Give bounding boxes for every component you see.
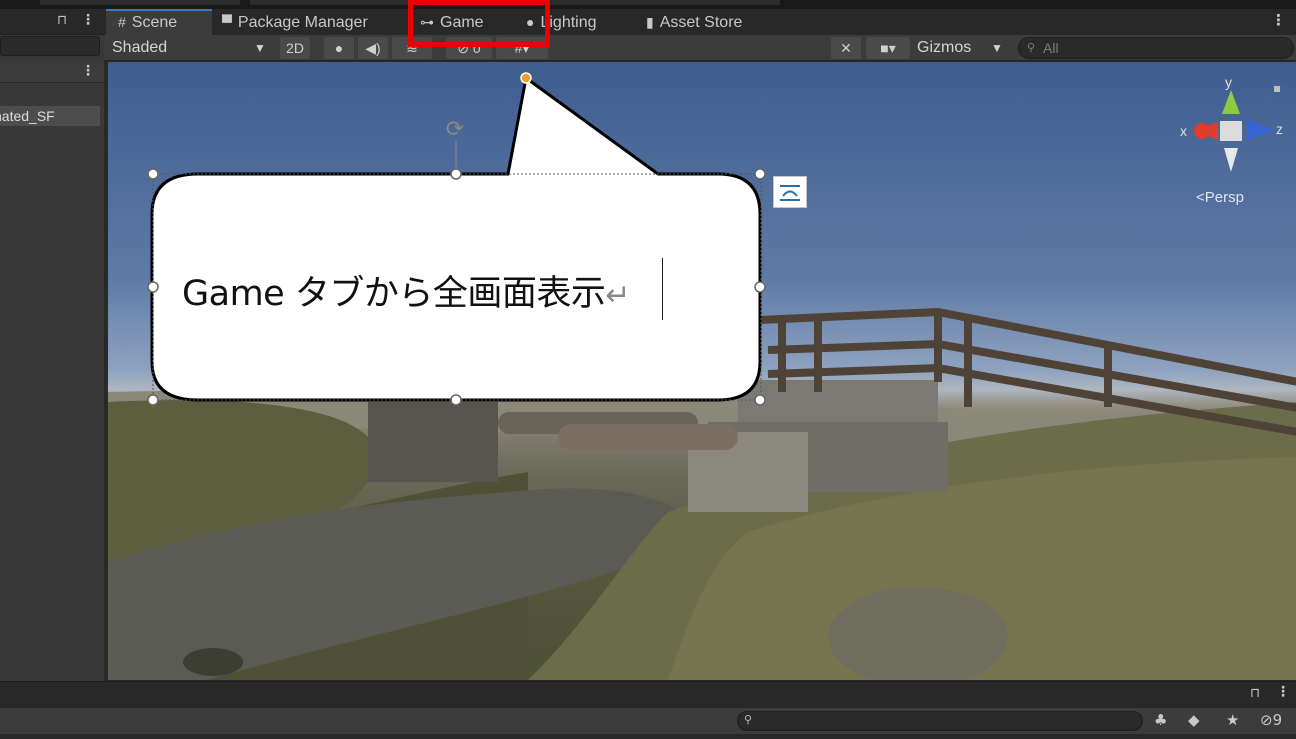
view-tab-bar: # Scene ▀ Package Manager ⊶ Game ● Lighting … bbox=[104, 9, 1296, 35]
neg-y-axis-cone[interactable] bbox=[1224, 148, 1238, 172]
lock-icon[interactable]: ⊓ bbox=[1250, 686, 1260, 701]
panel-menu-icon[interactable]: ⋮ bbox=[1276, 684, 1290, 700]
adjust-handle[interactable] bbox=[520, 72, 532, 84]
tools-icon: ✕ bbox=[840, 40, 852, 56]
package-icon: ▀ bbox=[222, 14, 232, 30]
rock bbox=[183, 648, 243, 676]
chevron-down-icon: ▼ bbox=[254, 41, 266, 55]
gizmo-center-cube[interactable] bbox=[1220, 121, 1242, 141]
panel-menu-icon[interactable]: ⋮ bbox=[81, 12, 95, 28]
project-panel: ⊓ ⋮ ⚲ ♣ ◆ ★ ⊘9 bbox=[0, 681, 1296, 739]
audio-toggle-button[interactable]: ◀) bbox=[358, 37, 388, 59]
tab-label: Package Manager bbox=[237, 14, 368, 31]
lock-icon[interactable]: ▪ bbox=[1273, 81, 1281, 95]
speech-bubble-text[interactable]: Game タブから全画面表示↵ bbox=[182, 265, 630, 316]
project-toolbar: ⚲ ♣ ◆ ★ ⊘9 bbox=[0, 708, 1296, 734]
camera-icon: ■▾ bbox=[880, 40, 896, 56]
gizmos-dropdown[interactable]: Gizmos ▼ bbox=[917, 35, 1009, 61]
lightbulb-icon: ● bbox=[334, 40, 344, 56]
stone-block bbox=[368, 402, 498, 482]
tab-menu-icon[interactable]: ⋮ bbox=[1271, 11, 1286, 29]
hierarchy-item[interactable]: nated_SF bbox=[0, 106, 100, 126]
grid-icon: # bbox=[118, 14, 126, 30]
camera-dropdown[interactable]: ■▾ bbox=[866, 37, 910, 59]
speaker-icon: ◀) bbox=[365, 40, 381, 56]
favorites-star-icon[interactable]: ★ bbox=[1226, 711, 1239, 729]
tab-scene[interactable]: # Scene bbox=[106, 9, 212, 35]
projection-label[interactable]: <Persp bbox=[1196, 189, 1244, 206]
layout-options-button[interactable] bbox=[773, 176, 807, 208]
search-icon: ⚲ bbox=[744, 713, 753, 726]
search-icon: ⚲ bbox=[1027, 42, 1036, 54]
tab-label: Scene bbox=[131, 14, 178, 31]
z-axis-cone[interactable] bbox=[1248, 120, 1274, 140]
hierarchy-scene-header: ⋮ bbox=[0, 63, 104, 83]
tab-asset-store[interactable]: ▮ Asset Store bbox=[646, 9, 766, 35]
chevron-down-icon: ▼ bbox=[991, 41, 1003, 55]
hierarchy-panel: ⊓ ⋮ ⋮ nated_SF bbox=[0, 9, 104, 681]
shading-mode-label: Shaded bbox=[112, 39, 168, 56]
scene-search-input[interactable]: ⚲ All bbox=[1018, 37, 1294, 59]
layout-options-icon bbox=[780, 185, 800, 201]
scene-viewport[interactable] bbox=[106, 62, 1296, 680]
paragraph-mark-icon: ↵ bbox=[605, 278, 630, 313]
shading-mode-dropdown[interactable]: Shaded ▼ bbox=[112, 35, 270, 61]
hierarchy-search-input[interactable] bbox=[0, 36, 100, 56]
tab-package-manager[interactable]: ▀ Package Manager bbox=[222, 9, 392, 35]
x-axis-cone[interactable] bbox=[1194, 123, 1210, 139]
window-top-strip bbox=[0, 0, 1296, 9]
text-cursor bbox=[662, 258, 663, 320]
filter-by-label-icon[interactable]: ◆ bbox=[1188, 711, 1200, 729]
axis-label-x: x bbox=[1180, 123, 1187, 139]
scene-menu-icon[interactable]: ⋮ bbox=[81, 63, 95, 79]
gizmos-label: Gizmos bbox=[917, 39, 972, 56]
hidden-packages-count: 9 bbox=[1272, 711, 1283, 729]
y-axis-cone[interactable] bbox=[1222, 90, 1240, 114]
hierarchy-header: ⊓ ⋮ bbox=[0, 9, 104, 35]
rotate-icon[interactable]: ⟳ bbox=[443, 118, 467, 142]
filter-by-type-icon[interactable]: ♣ bbox=[1154, 711, 1167, 729]
lock-icon[interactable]: ⊓ bbox=[57, 13, 67, 28]
unity-editor-window: ⊓ ⋮ ⋮ nated_SF # Scene ▀ Package Manager ⊶… bbox=[0, 0, 1296, 739]
tab-label: Asset Store bbox=[659, 14, 743, 31]
top-strip-segment bbox=[40, 0, 240, 5]
game-tab-highlight bbox=[408, 0, 550, 47]
search-placeholder: All bbox=[1043, 40, 1059, 56]
hidden-packages-icon[interactable]: ⊘9 bbox=[1260, 711, 1282, 729]
shopping-bag-icon: ▮ bbox=[646, 14, 654, 30]
lighting-toggle-button[interactable]: ● bbox=[324, 37, 354, 59]
axis-label-z: z bbox=[1276, 121, 1283, 137]
scene-toolbar: Shaded ▼ 2D ● ◀) ≋ ⊘ 0 #▾ ✕ ■▾ Gizmos ▼ … bbox=[104, 35, 1296, 61]
project-search-input[interactable]: ⚲ bbox=[737, 711, 1143, 731]
bubble-text-content: Game タブから全画面表示 bbox=[182, 274, 606, 314]
toggle-2d-button[interactable]: 2D bbox=[280, 37, 310, 59]
axis-label-y: y bbox=[1225, 74, 1232, 90]
scene-render bbox=[108, 72, 1296, 680]
log bbox=[558, 424, 738, 450]
tools-button[interactable]: ✕ bbox=[831, 37, 861, 59]
